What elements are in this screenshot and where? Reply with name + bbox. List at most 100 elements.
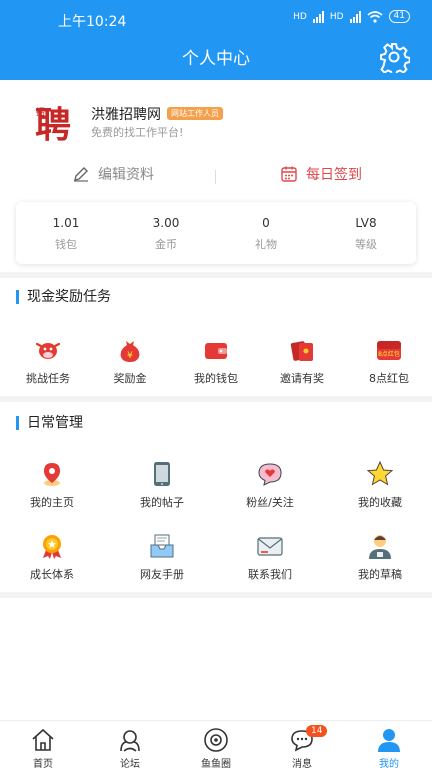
reward-label: 邀请有奖 [280,372,324,385]
daily-label: 我的帖子 [140,496,184,509]
camera-circle-icon [204,728,228,752]
section-divider [0,396,432,402]
pencil-icon [74,167,88,182]
role-badge: 网站工作人员 [167,107,223,120]
mail-icon [257,537,283,556]
reward-item-wallet[interactable]: 我的钱包 [176,336,256,386]
section-divider [0,592,432,598]
reward-label: 奖励金 [113,372,147,385]
stat-label: 礼物 [255,238,277,251]
svg-text:招: 招 [36,106,45,118]
wifi-icon [367,10,383,23]
bottom-tab-bar: 首页 论坛 鱼鱼圈 14 消息 我的 [0,720,432,768]
inbox-icon [150,534,174,558]
reward-label: 8点红包 [369,372,409,385]
tab-label: 消息 [292,759,312,768]
profile-name: 洪雅招聘网 [91,107,161,123]
section-divider [0,272,432,278]
daily-label: 我的草稿 [358,568,402,581]
app-header: 上午10:24 HD HD 41 个人中心 [0,0,432,80]
stat-value: 3.00 [152,216,180,230]
tab-mine[interactable]: 我的 [359,727,419,768]
signal-label-2: HD [329,11,344,22]
daily-signin-label: 每日签到 [306,167,362,183]
reward-label: 我的钱包 [194,372,238,385]
daily-item-growth[interactable]: 成长体系 [12,532,92,582]
tab-moments[interactable]: 鱼鱼圈 [186,727,246,768]
signal-icon-2 [349,10,361,23]
stat-label: 金币 [155,238,177,251]
daily-item-favorites[interactable]: 我的收藏 [340,460,420,510]
status-time: 上午10:24 [58,14,127,30]
stat-wallet[interactable]: 1.01 钱包 [16,216,116,252]
medal-icon [43,535,61,559]
status-icons: HD HD 41 [293,10,410,23]
daily-label: 我的收藏 [358,496,402,509]
profile-slogan: 免费的找工作平台! [91,126,184,139]
tab-messages[interactable]: 14 消息 [272,725,332,768]
daily-item-homepage[interactable]: 我的主页 [12,460,92,510]
cow-icon [35,342,61,359]
daily-label: 成长体系 [30,568,74,581]
hongbao-icon: 8点红包 [377,341,401,360]
daily-item-fans[interactable]: 粉丝/关注 [230,460,310,510]
daily-label: 网友手册 [140,568,184,581]
reward-item-bonus[interactable]: ¥ 奖励金 [90,336,170,386]
stat-label: 钱包 [55,238,77,251]
stats-card: 1.01 钱包 3.00 金币 0 礼物 LV8 等级 [16,202,416,264]
profile-card: 聘 招 洪雅招聘网 网站工作人员 免费的找工作平台! 编辑资料 每日签到 [0,80,432,200]
stat-gifts[interactable]: 0 礼物 [216,216,316,252]
signal-icon [312,10,324,23]
daily-label: 我的主页 [30,496,74,509]
svg-text:¥: ¥ [127,351,133,361]
red-envelope-icon [290,341,313,361]
wallet-icon [205,343,227,359]
tab-label: 首页 [33,759,53,768]
tab-label: 论坛 [120,759,140,768]
rewards-section-title: 现金奖励任务 [16,290,111,304]
daily-label: 联系我们 [248,568,292,581]
signal-label-1: HD [293,11,307,22]
tab-home[interactable]: 首页 [13,727,73,768]
tab-label: 我的 [379,759,399,768]
logo-icon[interactable]: 聘 招 [31,100,75,144]
reward-label: 挑战任务 [26,372,70,385]
stat-value: LV8 [355,216,377,230]
edit-profile-label: 编辑资料 [98,167,154,183]
daily-item-contact[interactable]: 联系我们 [230,532,310,582]
action-divider [215,170,216,184]
daily-label: 粉丝/关注 [246,496,294,509]
page-title: 个人中心 [182,49,250,69]
profile-actions: 编辑资料 每日签到 [0,164,432,192]
reward-item-invite[interactable]: 邀请有奖 [262,336,342,386]
battery-icon: 41 [388,10,410,23]
daily-item-manual[interactable]: 网友手册 [122,532,202,582]
message-count-badge: 14 [306,725,328,737]
daily-item-posts[interactable]: 我的帖子 [122,460,202,510]
tablet-icon [154,462,170,486]
status-bar: 上午10:24 HD HD 41 [0,0,432,36]
stat-value: 1.01 [52,216,80,230]
daily-section-title: 日常管理 [16,416,83,430]
reward-item-challenge[interactable]: 挑战任务 [8,336,88,386]
star-icon [366,460,394,486]
tab-forum[interactable]: 论坛 [100,727,160,768]
reward-item-hongbao[interactable]: 8点红包 8点红包 [349,336,429,386]
stat-level[interactable]: LV8 等级 [316,216,416,252]
stat-value: 0 [262,216,270,230]
tab-label: 鱼鱼圈 [201,759,231,768]
money-bag-icon: ¥ [120,341,140,362]
svg-text:8点红包: 8点红包 [378,350,400,358]
daily-signin-button[interactable]: 每日签到 [280,164,362,184]
home-icon [32,728,54,751]
calendar-icon [281,166,297,182]
location-pin-icon [44,463,60,486]
edit-profile-button[interactable]: 编辑资料 [72,164,154,184]
forum-icon [120,730,140,752]
daily-item-drafts[interactable]: 我的草稿 [340,532,420,582]
user-icon [378,729,400,752]
heart-bubble-icon [258,463,282,486]
gear-icon[interactable] [378,41,410,73]
stat-label: 等级 [355,238,377,251]
stat-coins[interactable]: 3.00 金币 [116,216,216,252]
